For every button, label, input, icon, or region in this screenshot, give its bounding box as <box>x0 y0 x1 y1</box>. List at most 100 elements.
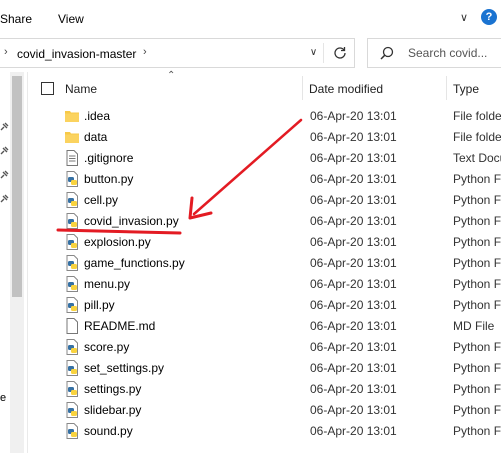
file-date: 06-Apr-20 13:01 <box>310 130 397 144</box>
python-file-icon <box>66 255 78 271</box>
file-row-covid-invasion[interactable]: covid_invasion.py 06-Apr-20 13:01 Python… <box>30 211 501 232</box>
file-date: 06-Apr-20 13:01 <box>310 403 397 417</box>
python-file-icon <box>66 192 78 208</box>
address-row: › covid_invasion-master › ∨ <box>0 36 501 70</box>
pin-icon[interactable] <box>0 170 9 179</box>
file-type: Python F <box>453 424 501 438</box>
address-dropdown-icon[interactable]: ∨ <box>304 43 324 63</box>
sort-ascending-icon: ⌃ <box>167 70 176 81</box>
search-box[interactable] <box>367 38 501 68</box>
file-date: 06-Apr-20 13:01 <box>310 319 397 333</box>
pin-icon[interactable] <box>0 122 9 131</box>
file-date: 06-Apr-20 13:01 <box>310 235 397 249</box>
python-file-icon <box>66 339 78 355</box>
file-name: data <box>84 130 108 144</box>
file-name: covid_invasion.py <box>84 214 179 228</box>
file-type: Python F <box>453 256 501 270</box>
file-row[interactable]: README.md 06-Apr-20 13:01 MD File <box>30 316 501 337</box>
file-row[interactable]: slidebar.py 06-Apr-20 13:01 Python F <box>30 400 501 421</box>
search-icon <box>380 46 394 60</box>
breadcrumb-separator-icon[interactable]: › <box>4 46 8 58</box>
file-date: 06-Apr-20 13:01 <box>310 340 397 354</box>
file-date: 06-Apr-20 13:01 <box>310 193 397 207</box>
file-type: File folde <box>453 130 501 144</box>
ribbon-tab-view[interactable]: View <box>58 12 84 26</box>
column-header-name[interactable]: Name <box>65 82 97 96</box>
file-type: Python F <box>453 214 501 228</box>
pin-icon[interactable] <box>0 194 9 203</box>
refresh-button[interactable] <box>326 42 353 64</box>
file-row[interactable]: settings.py 06-Apr-20 13:01 Python F <box>30 379 501 400</box>
breadcrumb-chevron-icon[interactable]: › <box>143 46 147 58</box>
folder-icon <box>65 132 79 143</box>
file-row[interactable]: set_settings.py 06-Apr-20 13:01 Python F <box>30 358 501 379</box>
nav-scrollbar-thumb[interactable] <box>12 76 22 297</box>
column-header-date-modified[interactable]: Date modified <box>309 82 383 96</box>
file-name: score.py <box>84 340 130 354</box>
file-name: set_settings.py <box>84 361 165 375</box>
pin-icon[interactable] <box>0 146 9 155</box>
python-file-icon <box>66 171 78 187</box>
file-date: 06-Apr-20 13:01 <box>310 424 397 438</box>
file-row[interactable]: sound.py 06-Apr-20 13:01 Python F <box>30 421 501 442</box>
file-name: button.py <box>84 172 134 186</box>
file-row[interactable]: explosion.py 06-Apr-20 13:01 Python F <box>30 232 501 253</box>
help-icon[interactable]: ? <box>481 9 497 25</box>
file-type: Python F <box>453 277 501 291</box>
select-all-checkbox[interactable] <box>41 82 54 95</box>
file-row[interactable]: game_functions.py 06-Apr-20 13:01 Python… <box>30 253 501 274</box>
file-row[interactable]: score.py 06-Apr-20 13:01 Python F <box>30 337 501 358</box>
file-type: Python F <box>453 235 501 249</box>
file-row[interactable]: data 06-Apr-20 13:01 File folde <box>30 127 501 148</box>
column-divider[interactable] <box>446 76 447 100</box>
file-date: 06-Apr-20 13:01 <box>310 214 397 228</box>
column-divider[interactable] <box>302 76 303 100</box>
file-name: settings.py <box>84 382 142 396</box>
python-file-icon <box>66 381 78 397</box>
file-date: 06-Apr-20 13:01 <box>310 256 397 270</box>
python-file-icon <box>66 402 78 418</box>
file-date: 06-Apr-20 13:01 <box>310 277 397 291</box>
file-type: Python F <box>453 403 501 417</box>
navigation-pane: e <box>0 72 28 453</box>
breadcrumb[interactable]: covid_invasion-master <box>17 47 136 61</box>
search-input[interactable] <box>408 45 501 61</box>
file-row[interactable]: button.py 06-Apr-20 13:01 Python F <box>30 169 501 190</box>
column-header-type[interactable]: Type <box>453 82 479 96</box>
file-date: 06-Apr-20 13:01 <box>310 361 397 375</box>
file-row[interactable]: .idea 06-Apr-20 13:01 File folde <box>30 106 501 127</box>
python-file-icon <box>66 360 78 376</box>
file-type: Python F <box>453 340 501 354</box>
file-row[interactable]: pill.py 06-Apr-20 13:01 Python F <box>30 295 501 316</box>
file-date: 06-Apr-20 13:01 <box>310 382 397 396</box>
file-row[interactable]: .gitignore 06-Apr-20 13:01 Text Docu <box>30 148 501 169</box>
file-name: README.md <box>84 319 156 333</box>
file-row[interactable]: cell.py 06-Apr-20 13:01 Python F <box>30 190 501 211</box>
text-file-icon <box>66 150 78 166</box>
file-type: File folde <box>453 109 501 123</box>
file-name: .gitignore <box>84 151 134 165</box>
python-file-icon <box>66 213 78 229</box>
file-type: Python F <box>453 193 501 207</box>
python-file-icon <box>66 234 78 250</box>
ribbon-tab-share[interactable]: Share <box>0 12 32 26</box>
file-type: Python F <box>453 298 501 312</box>
file-name: game_functions.py <box>84 256 185 270</box>
text-file-icon <box>66 318 78 334</box>
address-bar[interactable]: › covid_invasion-master › ∨ <box>0 38 355 68</box>
file-name: menu.py <box>84 277 131 291</box>
file-type: Text Docu <box>453 151 501 165</box>
file-type: Python F <box>453 361 501 375</box>
file-row[interactable]: menu.py 06-Apr-20 13:01 Python F <box>30 274 501 295</box>
file-date: 06-Apr-20 13:01 <box>310 109 397 123</box>
file-date: 06-Apr-20 13:01 <box>310 298 397 312</box>
ribbon: Share View ∨ ? <box>0 0 501 36</box>
nav-item-label[interactable]: e <box>0 392 6 404</box>
chevron-down-icon[interactable]: ∨ <box>457 11 471 25</box>
file-name: slidebar.py <box>84 403 142 417</box>
python-file-icon <box>66 423 78 439</box>
file-name: pill.py <box>84 298 115 312</box>
file-name: cell.py <box>84 193 119 207</box>
file-type: Python F <box>453 172 501 186</box>
file-date: 06-Apr-20 13:01 <box>310 151 397 165</box>
